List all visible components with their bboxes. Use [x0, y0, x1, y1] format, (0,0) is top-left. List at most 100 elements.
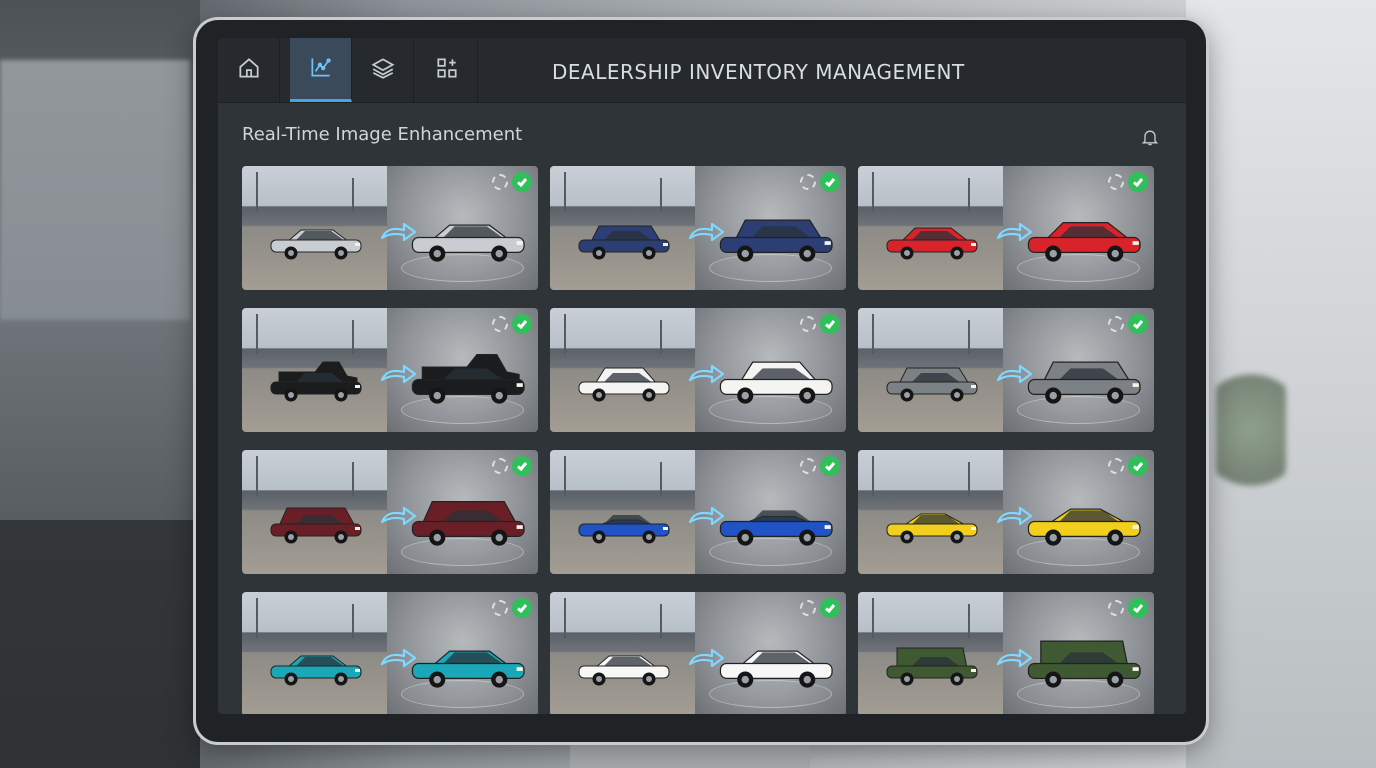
arrow-right-icon: [686, 216, 726, 246]
processing-spinner-icon: [1108, 316, 1124, 332]
original-lot-photo: [550, 450, 696, 574]
arrow-right-icon: [686, 358, 726, 388]
check-icon: [820, 172, 840, 192]
arrow-right-icon: [994, 500, 1034, 530]
vehicle-after-image: [713, 490, 837, 548]
vehicle-card[interactable]: [858, 166, 1154, 290]
vehicle-before-image: [568, 500, 678, 544]
original-lot-photo: [858, 450, 1004, 574]
check-icon: [1128, 456, 1148, 476]
processing-spinner-icon: [492, 316, 508, 332]
original-lot-photo: [550, 592, 696, 714]
vehicle-after-image: [405, 348, 529, 406]
notifications-button[interactable]: [1140, 126, 1160, 148]
processing-spinner-icon: [1108, 458, 1124, 474]
processing-spinner-icon: [492, 174, 508, 190]
vehicle-card[interactable]: [242, 166, 538, 290]
check-icon: [820, 456, 840, 476]
vehicle-before-image: [568, 216, 678, 260]
vehicle-card[interactable]: [550, 450, 846, 574]
arrow-right-icon: [378, 358, 418, 388]
apps-add-icon: [434, 55, 460, 85]
arrow-right-icon: [994, 216, 1034, 246]
arrow-right-icon: [686, 500, 726, 530]
check-icon: [512, 456, 532, 476]
vehicle-card[interactable]: [858, 450, 1154, 574]
vehicle-after-image: [713, 206, 837, 264]
check-icon: [820, 598, 840, 618]
vehicle-card[interactable]: [242, 308, 538, 432]
check-icon: [512, 598, 532, 618]
vehicle-before-image: [876, 500, 986, 544]
nav-tab-home[interactable]: [218, 38, 280, 102]
check-icon: [1128, 314, 1148, 334]
processing-spinner-icon: [800, 316, 816, 332]
section-title: Real-Time Image Enhancement: [242, 124, 523, 145]
arrow-right-icon: [378, 642, 418, 672]
vehicle-before-image: [876, 216, 986, 260]
check-icon: [1128, 598, 1148, 618]
vehicle-after-image: [1021, 632, 1145, 690]
analytics-icon: [308, 54, 334, 84]
original-lot-photo: [242, 592, 388, 714]
vehicle-card[interactable]: [242, 450, 538, 574]
vehicle-before-image: [876, 358, 986, 402]
original-lot-photo: [550, 308, 696, 432]
background-plant: [1216, 360, 1286, 500]
vehicle-after-image: [405, 206, 529, 264]
nav-tab-layers[interactable]: [352, 38, 414, 102]
original-lot-photo: [242, 166, 388, 290]
arrow-right-icon: [686, 642, 726, 672]
vehicle-before-image: [260, 216, 370, 260]
vehicle-before-image: [876, 642, 986, 686]
vehicle-before-image: [260, 358, 370, 402]
arrow-right-icon: [378, 216, 418, 246]
vehicle-after-image: [1021, 348, 1145, 406]
app-title: DEALERSHIP INVENTORY MANAGEMENT: [552, 60, 965, 84]
vehicle-card[interactable]: [550, 308, 846, 432]
processing-spinner-icon: [800, 174, 816, 190]
vehicle-after-image: [1021, 490, 1145, 548]
processing-spinner-icon: [492, 600, 508, 616]
vehicle-before-image: [568, 358, 678, 402]
vehicle-after-image: [713, 632, 837, 690]
nav-tab-analytics[interactable]: [290, 38, 352, 102]
check-icon: [512, 314, 532, 334]
check-icon: [1128, 172, 1148, 192]
vehicle-card[interactable]: [858, 592, 1154, 714]
vehicle-after-image: [713, 348, 837, 406]
check-icon: [820, 314, 840, 334]
background-desk: [0, 520, 200, 768]
original-lot-photo: [242, 308, 388, 432]
vehicle-card[interactable]: [242, 592, 538, 714]
enhancement-grid: [242, 166, 1162, 714]
vehicle-card[interactable]: [550, 592, 846, 714]
arrow-right-icon: [994, 642, 1034, 672]
vehicle-after-image: [405, 632, 529, 690]
home-icon: [236, 55, 262, 85]
original-lot-photo: [858, 308, 1004, 432]
monitor: DEALERSHIP INVENTORY MANAGEMENT Real-Tim…: [196, 20, 1206, 742]
processing-spinner-icon: [1108, 600, 1124, 616]
arrow-right-icon: [378, 500, 418, 530]
processing-spinner-icon: [800, 458, 816, 474]
vehicle-after-image: [405, 490, 529, 548]
vehicle-before-image: [260, 642, 370, 686]
top-bar: DEALERSHIP INVENTORY MANAGEMENT: [218, 38, 1186, 103]
vehicle-card[interactable]: [858, 308, 1154, 432]
nav-tab-apps[interactable]: [416, 38, 478, 102]
original-lot-photo: [550, 166, 696, 290]
vehicle-after-image: [1021, 206, 1145, 264]
vehicle-before-image: [568, 642, 678, 686]
vehicle-card[interactable]: [550, 166, 846, 290]
original-lot-photo: [858, 592, 1004, 714]
check-icon: [512, 172, 532, 192]
original-lot-photo: [858, 166, 1004, 290]
vehicle-before-image: [260, 500, 370, 544]
processing-spinner-icon: [1108, 174, 1124, 190]
app-screen: DEALERSHIP INVENTORY MANAGEMENT Real-Tim…: [218, 38, 1186, 714]
background-window: [0, 60, 190, 320]
arrow-right-icon: [994, 358, 1034, 388]
bell-icon: [1140, 130, 1160, 152]
layers-icon: [370, 55, 396, 85]
